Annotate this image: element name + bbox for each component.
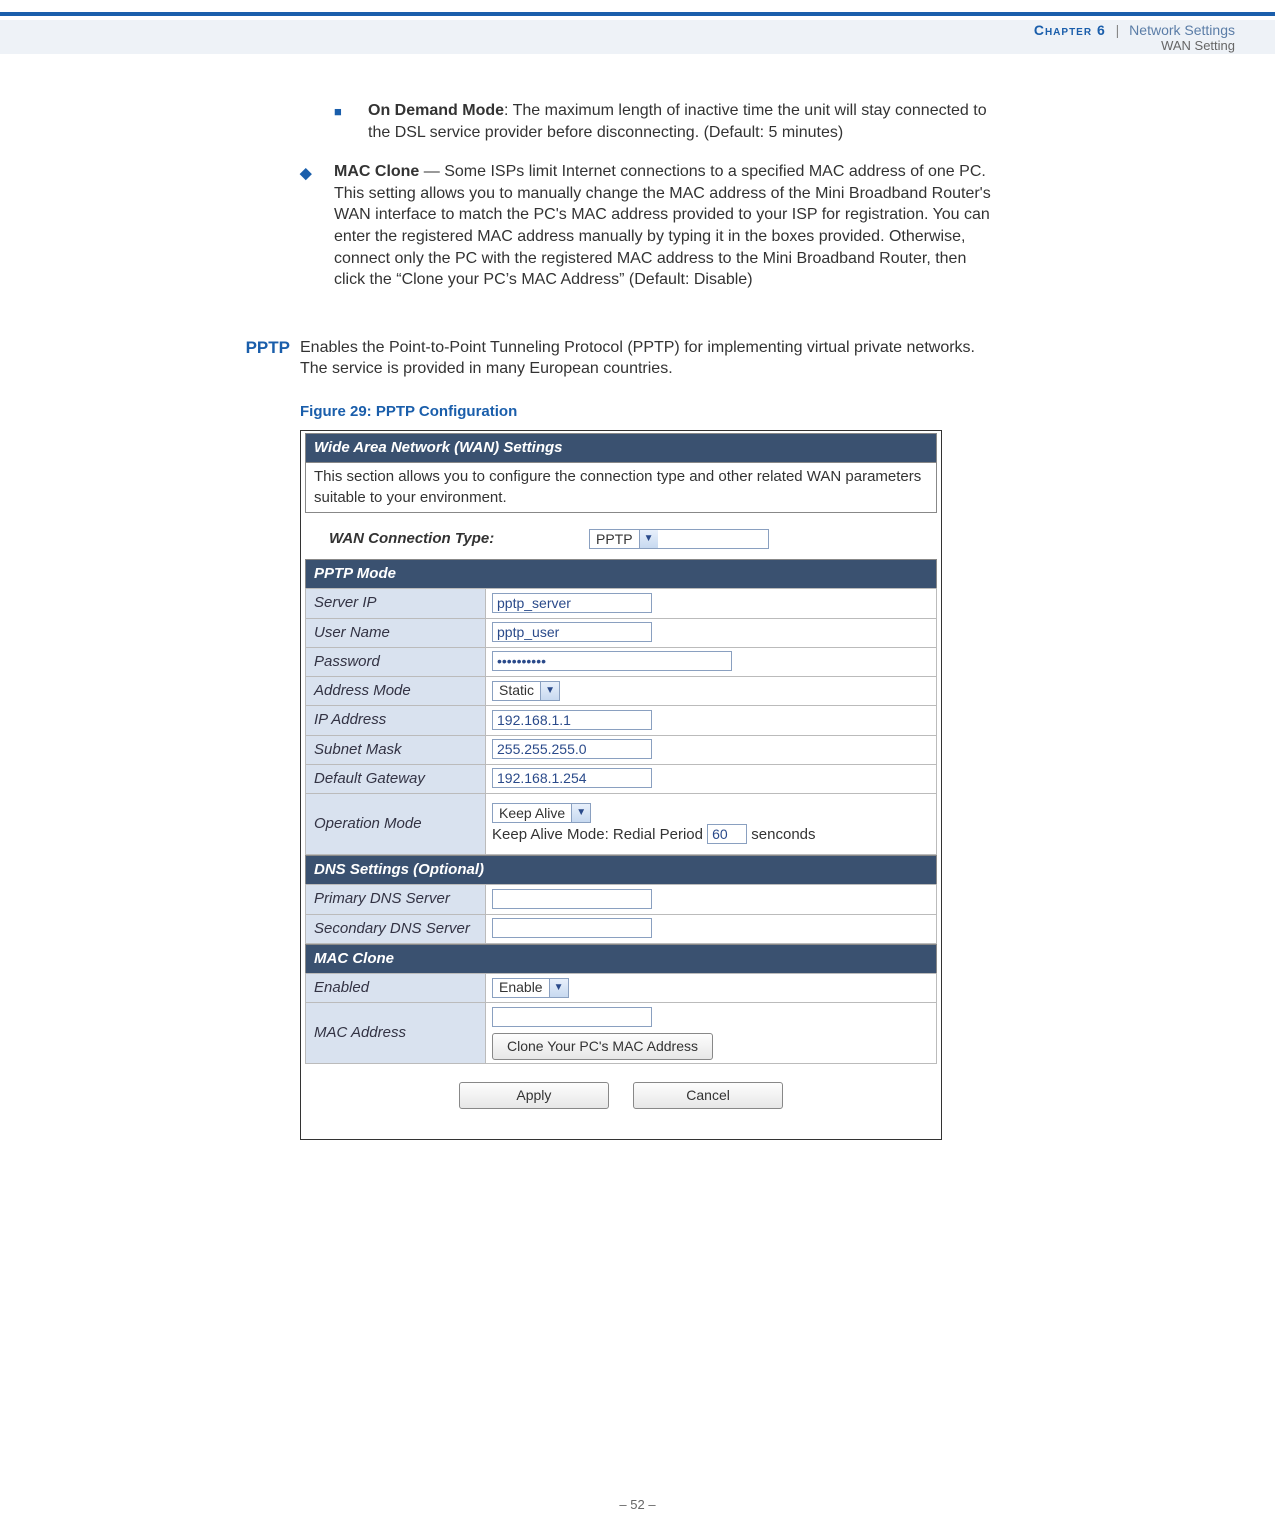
default-gateway-label: Default Gateway (306, 765, 486, 793)
diamond-bullet-icon: ◆ (300, 161, 334, 291)
redial-period-input[interactable] (707, 824, 747, 844)
address-mode-select[interactable]: Static ▼ (492, 681, 560, 701)
content-body: ■ On Demand Mode: The maximum length of … (300, 100, 1000, 1140)
header-separator: | (1110, 22, 1126, 38)
chevron-down-icon: ▼ (639, 530, 658, 548)
default-gateway-input[interactable] (492, 768, 652, 788)
redial-period-prefix: Keep Alive Mode: Redial Period (492, 826, 707, 843)
subnet-mask-input[interactable] (492, 739, 652, 759)
operation-mode-select[interactable]: Keep Alive ▼ (492, 803, 591, 823)
chevron-down-icon: ▼ (540, 682, 559, 700)
mac-enabled-label: Enabled (306, 974, 486, 1002)
wan-connection-type-select[interactable]: PPTP ▼ (589, 529, 769, 549)
mac-enabled-value: Enable (493, 979, 549, 997)
pptp-intro: Enables the Point-to-Point Tunneling Pro… (300, 337, 1000, 380)
mac-address-label: MAC Address (306, 1003, 486, 1063)
chevron-down-icon: ▼ (571, 804, 590, 822)
page-number: – 52 – (0, 1497, 1275, 1512)
mac-clone-section-bar: MAC Clone (305, 944, 937, 973)
ip-address-label: IP Address (306, 706, 486, 734)
ip-address-input[interactable] (492, 710, 652, 730)
mac-enabled-select[interactable]: Enable ▼ (492, 978, 569, 998)
wan-settings-panel: Wide Area Network (WAN) Settings This se… (300, 430, 942, 1140)
secondary-dns-input[interactable] (492, 918, 652, 938)
clone-mac-button[interactable]: Clone Your PC's MAC Address (492, 1033, 713, 1060)
user-name-label: User Name (306, 619, 486, 647)
password-label: Password (306, 648, 486, 676)
user-name-input[interactable] (492, 622, 652, 642)
subnet-mask-label: Subnet Mask (306, 736, 486, 764)
wan-connection-type-label: WAN Connection Type: (329, 529, 589, 549)
server-ip-input[interactable] (492, 593, 652, 613)
pptp-mode-section-bar: PPTP Mode (305, 559, 937, 588)
apply-button[interactable]: Apply (459, 1082, 609, 1109)
subsection-title: WAN Setting (0, 38, 1235, 53)
redial-period-suffix: senconds (747, 826, 815, 843)
figure-caption: Figure 29: PPTP Configuration (300, 402, 1000, 422)
mac-clone-bullet-text: MAC Clone — Some ISPs limit Internet con… (334, 161, 1000, 291)
page-header: Chapter 6 | Network Settings WAN Setting (0, 20, 1275, 54)
section-title: Network Settings (1129, 22, 1235, 38)
server-ip-label: Server IP (306, 589, 486, 617)
on-demand-title: On Demand Mode (368, 102, 504, 119)
address-mode-label: Address Mode (306, 677, 486, 705)
top-rule (0, 12, 1275, 16)
dns-settings-section-bar: DNS Settings (Optional) (305, 855, 937, 884)
secondary-dns-label: Secondary DNS Server (306, 915, 486, 943)
operation-mode-label: Operation Mode (306, 794, 486, 854)
cancel-button[interactable]: Cancel (633, 1082, 783, 1109)
panel-title: Wide Area Network (WAN) Settings (305, 433, 937, 462)
mac-clone-body: — Some ISPs limit Internet connections t… (334, 163, 991, 288)
mac-address-input[interactable] (492, 1007, 652, 1027)
chapter-label: Chapter 6 (1034, 22, 1106, 38)
panel-description: This section allows you to configure the… (305, 462, 937, 513)
address-mode-value: Static (493, 682, 540, 700)
primary-dns-input[interactable] (492, 889, 652, 909)
square-bullet-icon: ■ (334, 100, 368, 143)
wan-connection-type-value: PPTP (590, 530, 639, 548)
on-demand-bullet-text: On Demand Mode: The maximum length of in… (368, 100, 1000, 143)
chevron-down-icon: ▼ (549, 979, 568, 997)
mac-clone-title: MAC Clone (334, 163, 419, 180)
primary-dns-label: Primary DNS Server (306, 885, 486, 913)
password-input[interactable] (492, 651, 732, 671)
pptp-heading: PPTP (230, 337, 300, 360)
operation-mode-value: Keep Alive (493, 804, 571, 822)
